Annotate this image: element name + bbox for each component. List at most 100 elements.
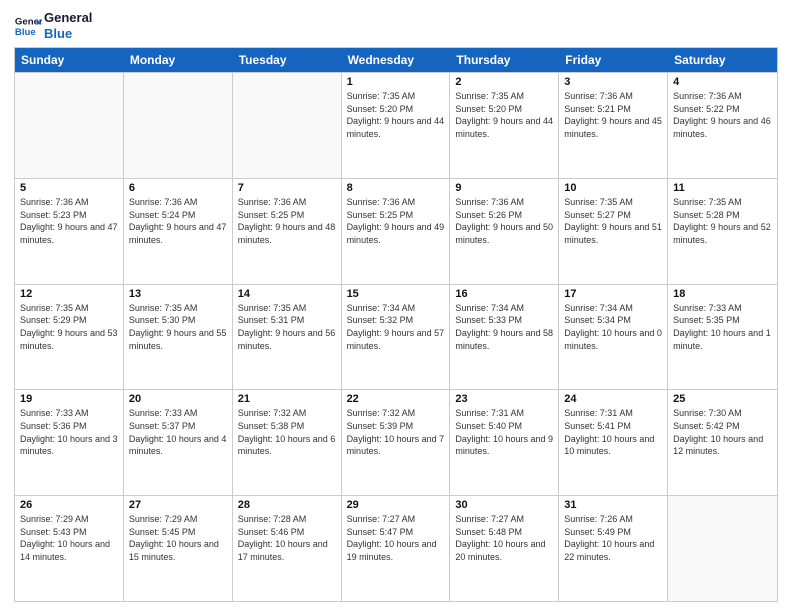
- page: General Blue General Blue SundayMondayTu…: [0, 0, 792, 612]
- sunset-text: Sunset: 5:20 PM: [347, 103, 445, 116]
- daylight-text: Daylight: 9 hours and 58 minutes.: [455, 327, 553, 352]
- cal-cell: 14Sunrise: 7:35 AMSunset: 5:31 PMDayligh…: [233, 285, 342, 390]
- cal-cell: 28Sunrise: 7:28 AMSunset: 5:46 PMDayligh…: [233, 496, 342, 601]
- cal-cell: 1 Sunrise: 7:35 AMSunset: 5:20 PMDaylight…: [342, 73, 451, 178]
- cal-cell: 27Sunrise: 7:29 AMSunset: 5:45 PMDayligh…: [124, 496, 233, 601]
- cal-cell: [668, 496, 777, 601]
- sunrise-text: Sunrise: 7:33 AM: [129, 407, 227, 420]
- cal-cell: 11 Sunrise: 7:35 AMSunset: 5:28 PMDayligh…: [668, 179, 777, 284]
- sunrise-text: Sunrise: 7:29 AM: [20, 513, 118, 526]
- day-number: 24: [564, 393, 662, 405]
- sunrise-text: Sunrise: 7:29 AM: [129, 513, 227, 526]
- day-number: 22: [347, 393, 445, 405]
- sunrise-text: Sunrise: 7:36 AM: [347, 196, 445, 209]
- sunset-text: Sunset: 5:20 PM: [455, 103, 553, 116]
- sunrise-text: Sunrise: 7:34 AM: [347, 302, 445, 315]
- header-day-thursday: Thursday: [450, 48, 559, 72]
- sunrise-text: Sunrise: 7:35 AM: [455, 90, 553, 103]
- day-number: 16: [455, 288, 553, 300]
- calendar: SundayMondayTuesdayWednesdayThursdayFrid…: [14, 47, 778, 602]
- cal-cell: 29Sunrise: 7:27 AMSunset: 5:47 PMDayligh…: [342, 496, 451, 601]
- daylight-text: Daylight: 10 hours and 10 minutes.: [564, 433, 662, 458]
- day-number: 5: [20, 182, 118, 194]
- daylight-text: Daylight: 9 hours and 44 minutes.: [347, 115, 445, 140]
- daylight-text: Daylight: 9 hours and 44 minutes.: [455, 115, 553, 140]
- sunrise-text: Sunrise: 7:30 AM: [673, 407, 772, 420]
- daylight-text: Daylight: 10 hours and 1 minute.: [673, 327, 772, 352]
- header-day-friday: Friday: [559, 48, 668, 72]
- sunset-text: Sunset: 5:34 PM: [564, 314, 662, 327]
- cal-cell: [124, 73, 233, 178]
- sunset-text: Sunset: 5:25 PM: [238, 209, 336, 222]
- sunrise-text: Sunrise: 7:35 AM: [238, 302, 336, 315]
- cal-cell: 26Sunrise: 7:29 AMSunset: 5:43 PMDayligh…: [15, 496, 124, 601]
- cal-cell: 18Sunrise: 7:33 AMSunset: 5:35 PMDayligh…: [668, 285, 777, 390]
- sunrise-text: Sunrise: 7:27 AM: [347, 513, 445, 526]
- day-number: 1: [347, 76, 445, 88]
- daylight-text: Daylight: 9 hours and 55 minutes.: [129, 327, 227, 352]
- day-number: 3: [564, 76, 662, 88]
- sunset-text: Sunset: 5:43 PM: [20, 526, 118, 539]
- sunset-text: Sunset: 5:28 PM: [673, 209, 772, 222]
- week-row-1: 1Sunrise: 7:35 AMSunset: 5:20 PMDaylight…: [15, 72, 777, 178]
- sunset-text: Sunset: 5:29 PM: [20, 314, 118, 327]
- cal-cell: 24Sunrise: 7:31 AMSunset: 5:41 PMDayligh…: [559, 390, 668, 495]
- logo-text-general: General: [44, 10, 92, 26]
- day-number: 28: [238, 499, 336, 511]
- daylight-text: Daylight: 9 hours and 47 minutes.: [129, 221, 227, 246]
- sunset-text: Sunset: 5:35 PM: [673, 314, 772, 327]
- day-number: 8: [347, 182, 445, 194]
- day-number: 11: [673, 182, 772, 194]
- sunset-text: Sunset: 5:48 PM: [455, 526, 553, 539]
- sunrise-text: Sunrise: 7:35 AM: [564, 196, 662, 209]
- day-number: 26: [20, 499, 118, 511]
- cal-cell: 8Sunrise: 7:36 AMSunset: 5:25 PMDaylight…: [342, 179, 451, 284]
- day-number: 31: [564, 499, 662, 511]
- cal-cell: 13Sunrise: 7:35 AMSunset: 5:30 PMDayligh…: [124, 285, 233, 390]
- day-number: 14: [238, 288, 336, 300]
- sunset-text: Sunset: 5:23 PM: [20, 209, 118, 222]
- sunrise-text: Sunrise: 7:36 AM: [238, 196, 336, 209]
- cal-cell: 17Sunrise: 7:34 AMSunset: 5:34 PMDayligh…: [559, 285, 668, 390]
- daylight-text: Daylight: 9 hours and 52 minutes.: [673, 221, 772, 246]
- sunrise-text: Sunrise: 7:36 AM: [673, 90, 772, 103]
- calendar-header: SundayMondayTuesdayWednesdayThursdayFrid…: [15, 48, 777, 72]
- daylight-text: Daylight: 9 hours and 53 minutes.: [20, 327, 118, 352]
- day-number: 10: [564, 182, 662, 194]
- sunset-text: Sunset: 5:24 PM: [129, 209, 227, 222]
- daylight-text: Daylight: 9 hours and 48 minutes.: [238, 221, 336, 246]
- day-number: 27: [129, 499, 227, 511]
- cal-cell: [15, 73, 124, 178]
- sunrise-text: Sunrise: 7:31 AM: [455, 407, 553, 420]
- cal-cell: [233, 73, 342, 178]
- sunset-text: Sunset: 5:36 PM: [20, 420, 118, 433]
- week-row-2: 5 Sunrise: 7:36 AM Sunset: 5:23 PM Daylight…: [15, 178, 777, 284]
- day-number: 7: [238, 182, 336, 194]
- cal-cell: 21Sunrise: 7:32 AMSunset: 5:38 PMDayligh…: [233, 390, 342, 495]
- sunset-text: Sunset: 5:49 PM: [564, 526, 662, 539]
- daylight-text: Daylight: 10 hours and 6 minutes.: [238, 433, 336, 458]
- calendar-body: 1Sunrise: 7:35 AMSunset: 5:20 PMDaylight…: [15, 72, 777, 601]
- sunrise-text: Sunrise: 7:36 AM: [455, 196, 553, 209]
- header-day-sunday: Sunday: [15, 48, 124, 72]
- sunrise-text: Sunrise: 7:36 AM: [564, 90, 662, 103]
- daylight-text: Daylight: 9 hours and 50 minutes.: [455, 221, 553, 246]
- week-row-5: 26Sunrise: 7:29 AMSunset: 5:43 PMDayligh…: [15, 495, 777, 601]
- logo: General Blue General Blue: [14, 10, 92, 41]
- sunrise-text: Sunrise: 7:35 AM: [673, 196, 772, 209]
- day-number: 4: [673, 76, 772, 88]
- day-number: 25: [673, 393, 772, 405]
- day-number: 2: [455, 76, 553, 88]
- sunset-text: Sunset: 5:46 PM: [238, 526, 336, 539]
- day-number: 29: [347, 499, 445, 511]
- daylight-text: Daylight: 10 hours and 9 minutes.: [455, 433, 553, 458]
- sunrise-text: Sunrise: 7:27 AM: [455, 513, 553, 526]
- cal-cell: 7 Sunrise: 7:36 AMSunset: 5:25 PMDaylight…: [233, 179, 342, 284]
- day-number: 21: [238, 393, 336, 405]
- cal-cell: 15Sunrise: 7:34 AMSunset: 5:32 PMDayligh…: [342, 285, 451, 390]
- cal-cell: 12Sunrise: 7:35 AMSunset: 5:29 PMDayligh…: [15, 285, 124, 390]
- sunrise-text: Sunrise: 7:35 AM: [347, 90, 445, 103]
- sunrise-text: Sunrise: 7:34 AM: [455, 302, 553, 315]
- sunrise-text: Sunrise: 7:26 AM: [564, 513, 662, 526]
- day-number: 23: [455, 393, 553, 405]
